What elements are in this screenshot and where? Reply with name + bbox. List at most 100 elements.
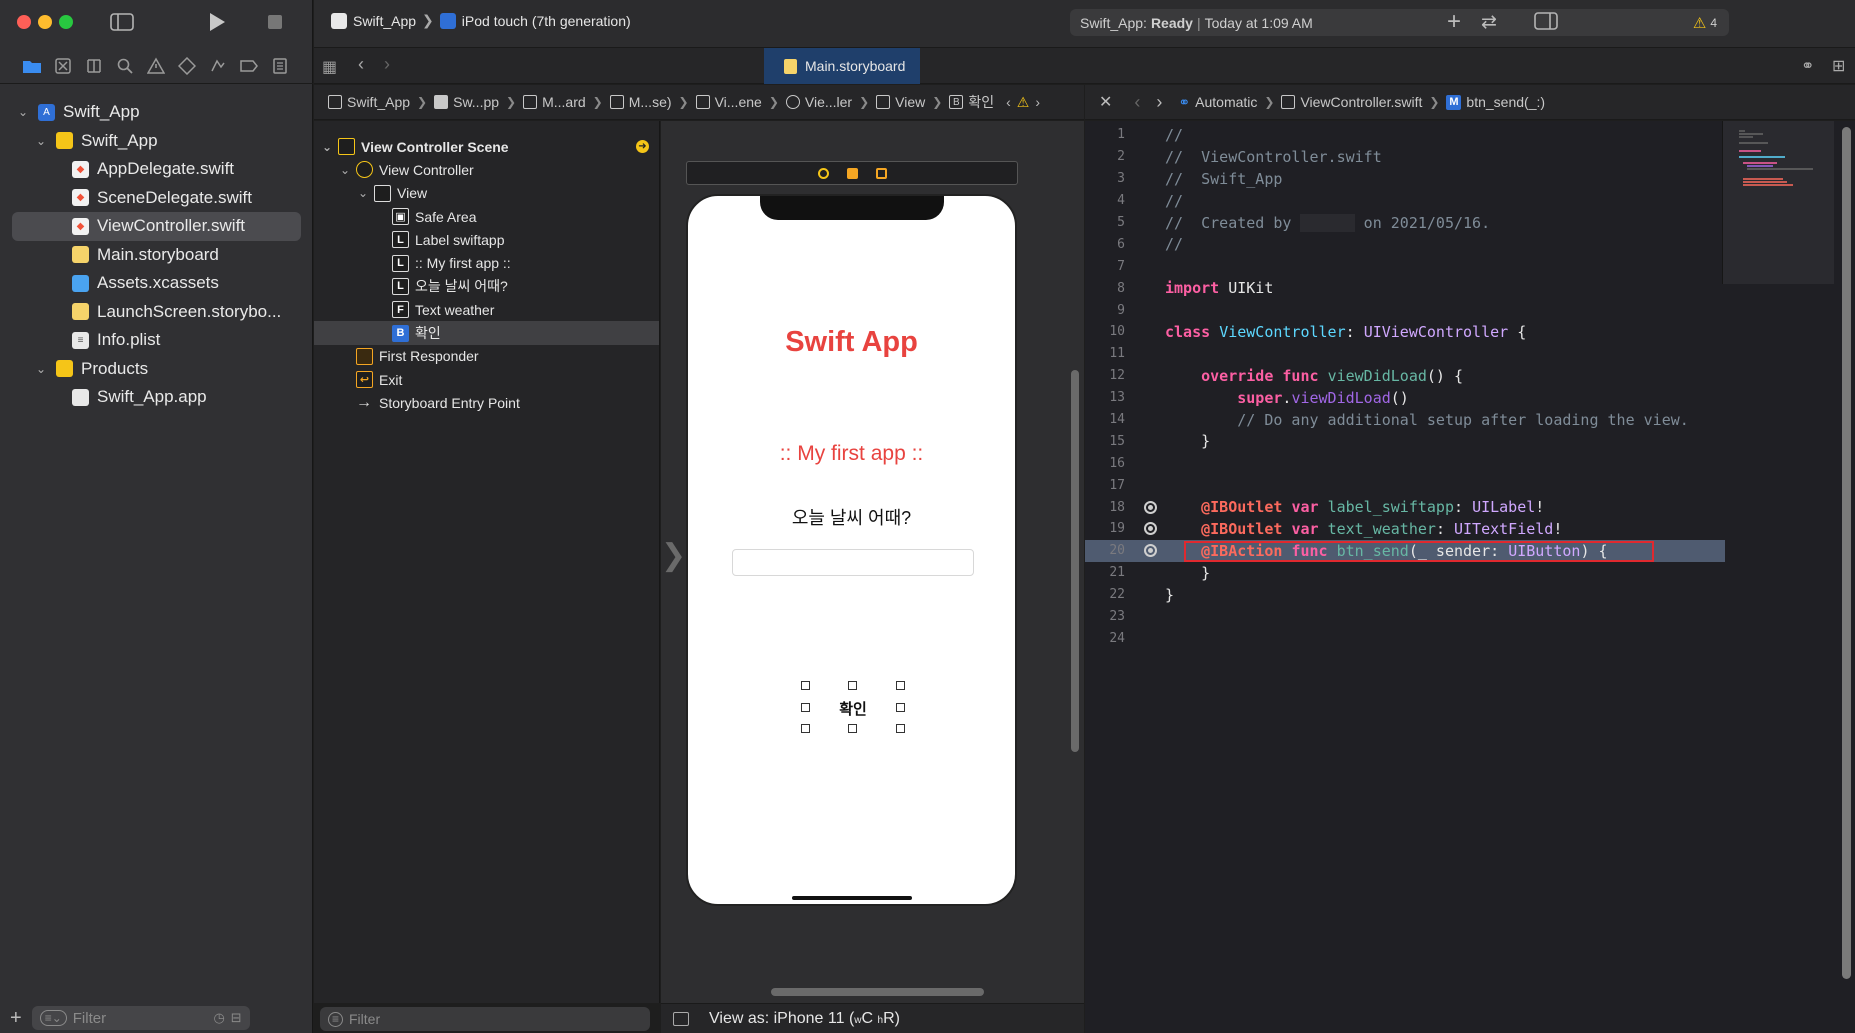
outline-toggle-icon[interactable] bbox=[673, 1011, 689, 1026]
line-number[interactable]: 9 bbox=[1085, 303, 1135, 318]
outlet-connection-icon[interactable] bbox=[1143, 544, 1157, 558]
line-number[interactable]: 24 bbox=[1085, 631, 1135, 646]
scene-arrow-icon[interactable]: ➜ bbox=[636, 140, 649, 154]
resize-handle[interactable] bbox=[848, 681, 857, 690]
code-line[interactable]: 5 // Created by on 2021/05/16. bbox=[1085, 212, 1725, 234]
breakpoint-navigator-icon[interactable] bbox=[237, 54, 260, 77]
jump-item-file[interactable]: ViewController.swift bbox=[1281, 94, 1422, 110]
jump-item[interactable]: Swift_App bbox=[328, 94, 410, 110]
line-number[interactable]: 2 bbox=[1085, 149, 1135, 164]
first-responder-dock-icon[interactable] bbox=[846, 167, 858, 179]
tree-item-file-selected[interactable]: ◆ ViewController.swift bbox=[12, 212, 301, 241]
code-line[interactable]: 9 bbox=[1085, 299, 1725, 321]
jump-item-symbol[interactable]: Mbtn_send(_:) bbox=[1446, 94, 1545, 110]
issue-navigator-icon[interactable] bbox=[144, 54, 167, 77]
warning-icon[interactable]: ⚠ bbox=[1017, 94, 1030, 111]
disclosure-open-icon[interactable]: ⌄ bbox=[34, 362, 48, 376]
code-line[interactable]: 16 bbox=[1085, 452, 1725, 474]
disclosure-open-icon[interactable]: ⌄ bbox=[356, 186, 370, 200]
tree-item-file[interactable]: LaunchScreen.storybo... bbox=[0, 298, 313, 327]
find-navigator-icon[interactable] bbox=[113, 54, 136, 77]
line-number[interactable]: 22 bbox=[1085, 587, 1135, 602]
iphone-scene[interactable]: Swift App :: My first app :: 오늘 날씨 어때? 확… bbox=[686, 194, 1017, 906]
code-line[interactable]: 11 bbox=[1085, 343, 1725, 365]
outline-item-entry-point[interactable]: → Storyboard Entry Point bbox=[314, 391, 659, 414]
tree-item-file[interactable]: Swift_App.app bbox=[0, 383, 313, 412]
code-line[interactable]: 4 // bbox=[1085, 190, 1725, 212]
code-line[interactable]: 2 // ViewController.swift bbox=[1085, 146, 1725, 168]
navigator-filter-input[interactable]: ≡⌄ Filter ◷ ⊟ bbox=[31, 1006, 250, 1030]
tree-item-file[interactable]: Main.storyboard bbox=[0, 241, 313, 270]
jump-item[interactable]: B 확인 bbox=[949, 92, 994, 112]
jump-item[interactable]: Sw...pp bbox=[434, 94, 499, 110]
line-number[interactable]: 13 bbox=[1085, 390, 1135, 405]
code-line[interactable]: 18 @IBOutlet var label_swiftapp: UILabel… bbox=[1085, 496, 1725, 518]
outline-item-button-selected[interactable]: B 확인 bbox=[314, 321, 659, 345]
line-number[interactable]: 21 bbox=[1085, 565, 1135, 580]
stop-icon[interactable] bbox=[268, 15, 282, 29]
related-items-grid-icon[interactable]: ▦ bbox=[322, 57, 337, 77]
line-number[interactable]: 19 bbox=[1085, 521, 1135, 536]
line-number[interactable]: 10 bbox=[1085, 324, 1135, 339]
line-number[interactable]: 17 bbox=[1085, 478, 1135, 493]
add-library-icon[interactable]: + bbox=[1447, 8, 1461, 36]
editor-vertical-scrollbar[interactable] bbox=[1842, 127, 1851, 979]
project-navigator-folder-icon[interactable] bbox=[20, 54, 43, 77]
line-number[interactable]: 15 bbox=[1085, 434, 1135, 449]
sidebar-toggle-icon[interactable] bbox=[110, 13, 134, 35]
line-number[interactable]: 5 bbox=[1085, 215, 1135, 230]
outline-item-first-responder[interactable]: First Responder bbox=[314, 345, 659, 368]
view-controller-dock-icon[interactable] bbox=[817, 167, 829, 179]
disclosure-open-icon[interactable]: ⌄ bbox=[34, 134, 48, 148]
add-editor-icon[interactable]: ⊞ bbox=[1832, 56, 1845, 76]
tree-item-file[interactable]: ≡ Info.plist bbox=[0, 326, 313, 355]
outline-item-text-weather[interactable]: F Text weather bbox=[314, 298, 659, 321]
assistant-editor-icon[interactable]: ⚭ bbox=[1801, 56, 1814, 76]
code-line[interactable]: 21 } bbox=[1085, 562, 1725, 584]
confirm-button[interactable]: 확인 bbox=[801, 681, 905, 733]
forward-arrow-icon[interactable]: › bbox=[384, 54, 390, 75]
minimize-window-button[interactable] bbox=[38, 15, 52, 29]
outline-item-safe-area[interactable]: ▣ Safe Area bbox=[314, 205, 659, 228]
tree-item-file[interactable]: ◆ AppDelegate.swift bbox=[0, 155, 313, 184]
scheme-selector[interactable]: Swift_App ❯ iPod touch (7th generation) bbox=[331, 12, 631, 29]
outline-item-scene[interactable]: ⌄ View Controller Scene ➜ bbox=[314, 135, 659, 158]
outline-item-exit[interactable]: ↩ Exit bbox=[314, 368, 659, 391]
line-number[interactable]: 7 bbox=[1085, 259, 1135, 274]
outline-item-view[interactable]: ⌄ View bbox=[314, 182, 659, 205]
exit-dock-icon[interactable] bbox=[875, 167, 887, 179]
code-line[interactable]: 19 @IBOutlet var text_weather: UITextFie… bbox=[1085, 518, 1725, 540]
tree-item-file[interactable]: ◆ SceneDelegate.swift bbox=[0, 184, 313, 213]
code-line[interactable]: 7 bbox=[1085, 255, 1725, 277]
tab-main-storyboard[interactable]: Main.storyboard bbox=[764, 48, 920, 84]
outline-item-label-question[interactable]: L 오늘 날씨 어때? bbox=[314, 275, 659, 298]
tree-item-file[interactable]: Assets.xcassets bbox=[0, 269, 313, 298]
disclosure-open-icon[interactable]: ⌄ bbox=[338, 163, 352, 177]
outline-item-label-subtitle[interactable]: L :: My first app :: bbox=[314, 251, 659, 274]
code-line[interactable]: 10 class ViewController: UIViewController… bbox=[1085, 321, 1725, 343]
code-line[interactable]: 22} bbox=[1085, 584, 1725, 606]
jump-item[interactable]: Vie...ler bbox=[785, 94, 852, 110]
jump-item-automatic[interactable]: ⚭ Automatic bbox=[1178, 94, 1257, 111]
code-line[interactable]: 24 bbox=[1085, 627, 1725, 649]
filter-options-icon[interactable]: ≡⌄ bbox=[39, 1010, 67, 1026]
warning-indicator[interactable]: ⚠ 4 bbox=[1693, 14, 1717, 32]
resize-handle[interactable] bbox=[896, 724, 905, 733]
code-line[interactable]: 8 import UIKit bbox=[1085, 277, 1725, 299]
debug-navigator-icon[interactable] bbox=[206, 54, 229, 77]
jump-item[interactable]: M...ard bbox=[523, 94, 586, 110]
tree-item-group-products[interactable]: ⌄ Products bbox=[0, 355, 313, 384]
code-line[interactable]: 6 // bbox=[1085, 233, 1725, 255]
outlet-connection-icon[interactable] bbox=[1143, 522, 1157, 536]
line-number[interactable]: 11 bbox=[1085, 346, 1135, 361]
code-line[interactable]: 1 // bbox=[1085, 124, 1725, 146]
jump-item[interactable]: Vi...ene bbox=[695, 94, 762, 110]
line-number[interactable]: 12 bbox=[1085, 368, 1135, 383]
resize-handle[interactable] bbox=[848, 724, 857, 733]
tree-item-project[interactable]: ⌄ A Swift_App bbox=[0, 98, 313, 127]
symbol-navigator-icon[interactable] bbox=[82, 54, 105, 77]
outline-filter-input[interactable]: ≡ Filter bbox=[320, 1007, 650, 1031]
close-editor-icon[interactable]: ✕ bbox=[1099, 92, 1112, 112]
jump-item[interactable]: View bbox=[876, 94, 925, 110]
add-icon[interactable]: + bbox=[10, 1007, 22, 1030]
